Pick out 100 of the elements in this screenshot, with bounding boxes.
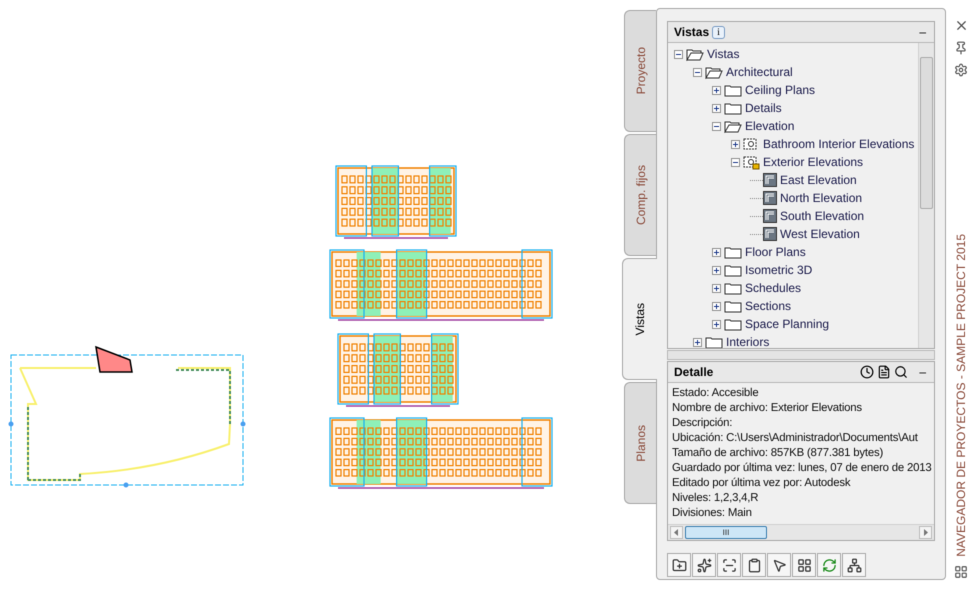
horizontal-scrollbar[interactable]: III <box>668 524 934 540</box>
view-icon <box>763 191 777 205</box>
pin-icon[interactable] <box>954 41 968 55</box>
collapse-button[interactable]: – <box>917 365 928 379</box>
toolbar-button[interactable] <box>792 553 816 577</box>
scan-icon <box>722 558 736 572</box>
detail-line: Nombre de archivo: Exterior Elevations <box>672 401 863 416</box>
document-icon[interactable] <box>877 365 892 379</box>
tree-item[interactable]: Schedules <box>745 281 802 295</box>
collapse-toggle[interactable] <box>712 122 721 130</box>
panel-title: Vistas <box>674 25 710 39</box>
plus-icon <box>713 302 720 310</box>
search-icon[interactable] <box>894 365 908 379</box>
folder-icon <box>724 300 742 312</box>
plus-icon <box>713 284 720 292</box>
toolbar-button[interactable] <box>842 553 866 577</box>
vertical-tab[interactable]: Proyecto <box>624 10 656 132</box>
collapse-toggle[interactable] <box>731 158 740 166</box>
right-arrow-icon <box>923 529 928 536</box>
vertical-tab[interactable]: Vistas <box>622 258 657 380</box>
tree-item[interactable]: Interiors <box>726 335 770 348</box>
info-badge[interactable]: i <box>712 26 725 38</box>
open-folder-icon <box>705 66 723 78</box>
tree-item[interactable]: East Elevation <box>780 173 857 187</box>
tree-item[interactable]: Isometric 3D <box>745 263 812 277</box>
toolbar-button[interactable] <box>692 553 716 577</box>
expand-toggle[interactable] <box>712 302 721 310</box>
detail-line: Estado: Accesible <box>672 386 760 401</box>
folder-icon <box>724 246 742 258</box>
folder-icon <box>724 282 742 294</box>
collapse-button[interactable]: – <box>917 25 928 39</box>
toolbar-button[interactable] <box>742 553 766 577</box>
expand-toggle[interactable] <box>712 104 721 112</box>
plus-icon <box>713 86 720 94</box>
clipboard-icon <box>746 558 762 572</box>
tree-item[interactable]: Elevation <box>745 119 794 133</box>
plus-icon <box>713 266 720 274</box>
tree-item[interactable]: Exterior Elevations <box>763 155 864 169</box>
settings-icon[interactable] <box>954 63 968 77</box>
clock-icon[interactable] <box>860 365 874 379</box>
folder-icon <box>724 264 742 276</box>
splitter-handle[interactable] <box>667 350 935 360</box>
detail-line: Tamaño de archivo: 857KB (877.381 bytes) <box>672 446 884 461</box>
tree-item[interactable]: Floor Plans <box>745 245 806 259</box>
toolbar-button[interactable] <box>717 553 741 577</box>
open-folder-icon <box>724 120 742 132</box>
grid-icon <box>796 558 812 572</box>
detail-line: Divisiones: Main <box>672 506 753 521</box>
detail-line: Ubicación: C:\Users\Administrador\Documents\Aut <box>672 431 919 446</box>
tree-item[interactable]: Space Planning <box>745 317 830 331</box>
plus-icon <box>694 338 701 346</box>
toolbar-button[interactable] <box>667 553 691 577</box>
tree-item[interactable]: Vistas <box>707 47 740 61</box>
plus-icon <box>713 320 720 328</box>
palette-title: NAVEGADOR DE PROYECTOS - SAMPLE PROJECT 2015 <box>954 234 968 557</box>
tree-item[interactable]: Sections <box>745 299 792 313</box>
collapse-toggle[interactable] <box>693 68 702 76</box>
view-icon <box>763 209 777 223</box>
detail-line: Guardado por última vez: lunes, 07 de enero de 2013 <box>672 461 930 476</box>
plus-icon <box>732 140 739 148</box>
expand-toggle[interactable] <box>731 140 740 148</box>
collapse-toggle[interactable] <box>674 50 683 58</box>
folder-icon <box>724 318 742 330</box>
new-folder-icon <box>672 558 686 572</box>
vertical-tab[interactable]: Planos <box>624 382 656 504</box>
panel-title: Detalle <box>674 365 714 379</box>
expand-toggle[interactable] <box>712 284 721 292</box>
hierarchy-icon <box>846 558 862 572</box>
plus-icon <box>713 104 720 112</box>
tree-item[interactable]: Architectural <box>726 65 793 79</box>
expand-toggle[interactable] <box>693 338 702 346</box>
sparkle-icon <box>696 558 712 572</box>
tree-item[interactable]: North Elevation <box>780 191 862 205</box>
left-arrow-icon <box>674 529 679 536</box>
grid-icon[interactable] <box>954 565 968 579</box>
plus-icon <box>713 248 720 256</box>
scroll-thumb[interactable]: III <box>685 526 767 539</box>
tree-item[interactable]: West Elevation <box>780 227 860 241</box>
open-folder-icon <box>686 48 704 60</box>
detail-line: Niveles: 1,2,3,4,R <box>672 491 760 506</box>
view-icon <box>763 173 777 187</box>
scroll-right-button[interactable] <box>919 526 932 539</box>
refresh-icon <box>822 558 836 572</box>
vertical-scrollbar[interactable] <box>918 43 934 348</box>
scroll-left-button[interactable] <box>670 526 683 539</box>
detail-line: Editado por última vez por: Autodesk <box>672 476 852 491</box>
expand-toggle[interactable] <box>712 320 721 328</box>
expand-toggle[interactable] <box>712 248 721 256</box>
toolbar-button[interactable] <box>767 553 791 577</box>
tree-item[interactable]: Details <box>745 101 782 115</box>
folder-icon <box>724 84 742 96</box>
tree-item[interactable]: South Elevation <box>780 209 864 223</box>
tree-item[interactable]: Bathroom Interior Elevations <box>763 137 914 151</box>
view-icon <box>763 227 777 241</box>
locked-camera-icon <box>743 154 760 170</box>
expand-toggle[interactable] <box>712 266 721 274</box>
folder-icon <box>705 336 723 348</box>
vertical-tab[interactable]: Comp. fijos <box>624 134 656 256</box>
tree-item[interactable]: Ceiling Plans <box>745 83 816 97</box>
expand-toggle[interactable] <box>712 86 721 94</box>
